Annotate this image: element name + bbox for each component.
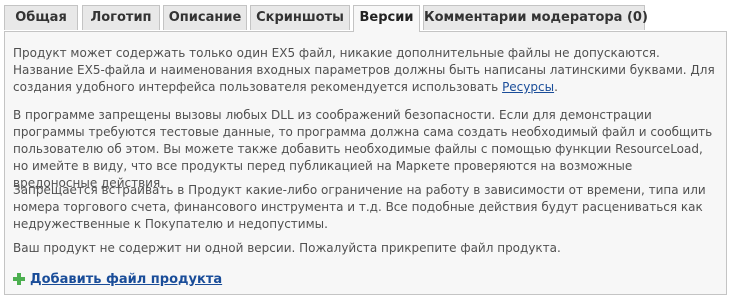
resources-link[interactable]: Ресурсы [502, 80, 554, 94]
tab-moderator-comments[interactable]: Комментарии модератора (0) [423, 5, 648, 30]
add-product-file-link[interactable]: Добавить файл продукта [30, 272, 222, 287]
tab-description[interactable]: Описание [163, 5, 247, 30]
dll-restriction-text: В программе запрещены вызовы любых DLL и… [13, 108, 713, 190]
ex5-rules-end: . [554, 80, 558, 94]
restriction-policy-text: Запрещается встраивать в Продукт какие-л… [13, 183, 706, 231]
tab-screenshots[interactable]: Скриншоты [250, 5, 350, 30]
tab-bar: Общая Логотип Описание Скриншоты Версии … [0, 5, 729, 32]
tab-logo[interactable]: Логотип [82, 5, 160, 30]
ex5-file-rules-text: Продукт может содержать только один EX5 … [13, 45, 719, 96]
tab-versions[interactable]: Версии [353, 5, 420, 32]
plus-icon [13, 273, 25, 285]
versions-panel: Продукт может содержать только один EX5 … [4, 31, 727, 295]
add-file-row[interactable]: Добавить файл продукта [13, 270, 222, 288]
ex5-rules-body: Продукт может содержать только один EX5 … [13, 46, 715, 94]
tab-general[interactable]: Общая [4, 5, 78, 30]
no-versions-message: Ваш продукт не содержит ни одной версии.… [13, 241, 561, 255]
